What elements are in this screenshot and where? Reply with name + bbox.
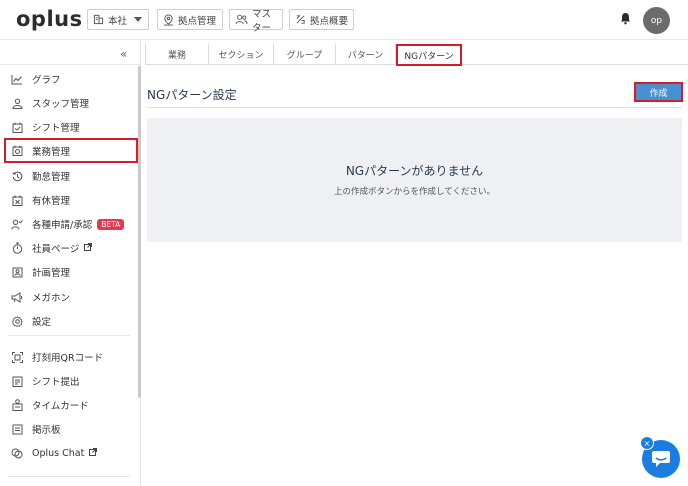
tab-ng-patterns[interactable]: NGパターン: [396, 44, 462, 66]
collapse-sidebar-icon[interactable]: «: [120, 47, 127, 61]
sidebar-item-label: シフト管理: [32, 123, 80, 134]
tab-patterns[interactable]: パターン: [336, 44, 396, 65]
person-icon: [11, 97, 23, 109]
sidebar-item-oplus-chat[interactable]: Oplus Chat: [4, 441, 138, 465]
sidebar-item-label: メガホン: [32, 293, 71, 304]
sidebar-item-label: 勤怠管理: [32, 172, 71, 183]
sidebar-item-settings[interactable]: 設定: [4, 309, 138, 333]
master-button[interactable]: マスター: [229, 9, 283, 34]
sidebar-item-timecard[interactable]: タイムカード: [4, 393, 138, 417]
sidebar-separator: [8, 335, 130, 336]
empty-state-title: NGパターンがありません: [345, 164, 484, 178]
building-icon: [93, 14, 104, 25]
person-approve-icon: [11, 218, 23, 230]
clock-history-icon: [11, 170, 23, 182]
sidebar-item-label: 掲示板: [32, 425, 61, 436]
sidebar-item-shift-submit[interactable]: シフト提出: [4, 369, 138, 393]
empty-state-panel: NGパターンがありません 上の作成ボタンからを作成してください。: [147, 118, 682, 242]
chat-bubbles-icon: [11, 447, 23, 459]
calendar-clock-icon: [11, 145, 23, 157]
sidebar-item-shift[interactable]: シフト管理: [4, 115, 138, 139]
top-header: oplus 本社 拠点管理 マスター 拠点概要 op: [0, 0, 688, 40]
calendar-list-icon: [11, 375, 23, 387]
create-button[interactable]: 作成: [636, 84, 681, 100]
sidebar-item-label: タイムカード: [32, 401, 89, 412]
sidebar: « グラフ スタッフ管理 シフト管理 業務管理 勤怠管理 有休管理 各種申請/承…: [0, 40, 141, 486]
caret-down-icon: [134, 16, 143, 22]
external-link-icon: [84, 242, 93, 254]
page-title: NGパターン設定: [147, 88, 237, 102]
sidebar-item-label: 社員ページ: [32, 244, 80, 255]
beta-badge: BETA: [97, 218, 125, 230]
branch-select[interactable]: 本社: [87, 9, 149, 30]
notification-bell-icon[interactable]: [620, 12, 631, 28]
tab-sections[interactable]: セクション: [209, 44, 274, 65]
sidebar-item-requests[interactable]: 各種申請/承認 BETA: [4, 212, 138, 236]
id-card-icon: [11, 266, 23, 278]
sidebar-item-label: Oplus Chat: [32, 447, 85, 459]
sidebar-item-label: 各種申請/承認: [32, 220, 93, 231]
oplus-logo[interactable]: oplus: [16, 7, 83, 31]
site-management-button[interactable]: 拠点管理: [157, 9, 223, 30]
sidebar-item-label: シフト提出: [32, 377, 80, 388]
qr-scan-icon: [11, 351, 23, 363]
percent-icon: [296, 15, 305, 24]
sidebar-item-planning[interactable]: 計画管理: [4, 260, 138, 284]
user-avatar[interactable]: op: [643, 7, 670, 34]
site-management-label: 拠点管理: [178, 15, 217, 27]
branch-label: 本社: [108, 15, 128, 27]
master-label: マスター: [252, 8, 272, 34]
sidebar-item-label: 有休管理: [32, 196, 71, 207]
sidebar-item-paid-leave[interactable]: 有休管理: [4, 188, 138, 212]
sidebar-item-label: 打刻用QRコード: [32, 353, 104, 364]
sidebar-item-label: 業務管理: [32, 146, 71, 158]
sidebar-item-label: グラフ: [32, 75, 61, 86]
sidebar-divider: [0, 64, 141, 65]
sidebar-item-label: スタッフ管理: [32, 99, 90, 110]
calendar-check-icon: [11, 121, 23, 133]
tab-bar: 業務 セクション グループ パターン NGパターン: [145, 44, 688, 66]
timecard-icon: [11, 399, 23, 411]
sidebar-item-bulletin-board[interactable]: 掲示板: [4, 417, 138, 441]
chart-line-icon: [11, 73, 23, 85]
site-overview-label: 拠点概要: [310, 15, 349, 27]
map-pin-icon: [163, 13, 174, 25]
tab-tasks[interactable]: 業務: [145, 44, 209, 65]
board-icon: [11, 423, 23, 435]
calendar-x-icon: [11, 194, 23, 206]
sidebar-item-qr-code[interactable]: 打刻用QRコード: [4, 345, 138, 369]
site-overview-button[interactable]: 拠点概要: [289, 9, 354, 30]
sidebar-separator: [8, 476, 130, 477]
sidebar-item-tasks[interactable]: 業務管理: [4, 138, 138, 163]
sidebar-item-graph[interactable]: グラフ: [4, 67, 138, 91]
megaphone-icon: [11, 291, 23, 303]
sidebar-item-label: 設定: [32, 317, 52, 328]
gear-icon: [11, 315, 23, 327]
users-icon: [235, 14, 248, 25]
chat-close-icon[interactable]: ×: [640, 436, 654, 450]
external-link-icon: [89, 447, 98, 459]
sidebar-item-label: 計画管理: [32, 268, 71, 279]
sidebar-item-attendance[interactable]: 勤怠管理: [4, 164, 138, 188]
create-button-highlight: 作成: [634, 82, 683, 102]
sidebar-item-megaphone[interactable]: メガホン: [4, 285, 138, 309]
sidebar-item-employee-page[interactable]: 社員ページ: [4, 236, 138, 260]
tab-groups[interactable]: グループ: [274, 44, 336, 65]
sidebar-scrollbar[interactable]: [138, 66, 141, 398]
empty-state-description: 上の作成ボタンからを作成してください。: [334, 187, 495, 197]
stopwatch-icon: [11, 242, 23, 254]
title-divider: [147, 107, 682, 108]
sidebar-item-staff[interactable]: スタッフ管理: [4, 91, 138, 115]
chat-bubble-icon: [652, 451, 670, 467]
